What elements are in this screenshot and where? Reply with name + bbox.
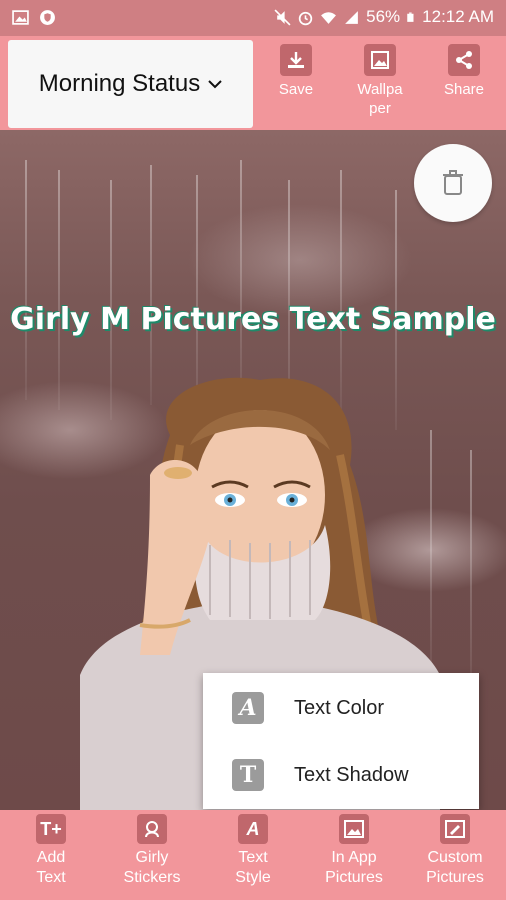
in-app-pictures-label: In App Pictures [325,849,383,886]
signal-icon [345,10,359,24]
rain-streak [58,170,60,410]
save-label: Save [278,81,314,98]
gallery-notification-icon [12,10,29,25]
alarm-icon [298,11,313,25]
download-icon [280,44,312,76]
text-shadow-item[interactable]: T Text Shadow [203,742,479,808]
delete-button[interactable] [414,144,492,222]
status-bar: 56% 12:12 AM [0,0,506,36]
chevron-down-icon [208,80,222,89]
battery-percent: 56% [366,7,401,26]
text-style-button[interactable]: A Text Style [203,814,303,898]
gallery-icon [339,814,369,844]
custom-picture-icon [440,814,470,844]
text-style-label: Text Style [235,849,271,886]
share-button[interactable]: Share [424,44,504,128]
wallpaper-label: Wallpa per [357,81,403,117]
girly-stickers-button[interactable]: Girly Stickers [102,814,202,898]
wallpaper-icon [364,44,396,76]
add-text-label: Add Text [36,849,66,886]
wifi-icon [321,11,337,24]
girl-sticker-icon [137,814,167,844]
custom-pictures-button[interactable]: Custom Pictures [405,814,505,898]
category-dropdown[interactable]: Morning Status [8,40,253,128]
rain-streak [240,160,242,400]
text-style-icon: A [238,814,268,844]
bottom-toolbar: T+ Add Text Girly Stickers A Text Style … [0,810,506,900]
text-color-label: Text Color [294,696,385,719]
category-label: Morning Status [38,70,201,97]
sample-text[interactable]: Girly M Pictures Text Sample [0,302,506,337]
add-text-button[interactable]: T+ Add Text [1,814,101,898]
wallpaper-button[interactable]: Wallpa per [340,44,420,128]
girly-stickers-label: Girly Stickers [123,849,181,886]
in-app-pictures-button[interactable]: In App Pictures [304,814,404,898]
clock: 12:12 AM [422,7,494,26]
shield-notification-icon [40,10,55,25]
top-toolbar: Morning Status Save Wallpa per Share [0,36,506,130]
custom-pictures-label: Custom Pictures [426,849,484,886]
mute-icon [274,8,291,26]
text-shadow-label: Text Shadow [294,763,409,786]
add-text-icon: T+ [36,814,66,844]
rain-streak [340,170,342,410]
trash-icon [443,170,463,195]
save-button[interactable]: Save [256,44,336,128]
text-options-popup: A Text Color T Text Shadow [203,673,479,809]
rain-streak [25,160,27,400]
text-shadow-icon: T [232,759,264,791]
share-icon [448,44,480,76]
text-color-icon: A [232,692,264,724]
rain-streak [150,165,152,405]
text-color-item[interactable]: A Text Color [203,675,479,741]
battery-icon [407,12,414,22]
share-label: Share [443,81,485,98]
